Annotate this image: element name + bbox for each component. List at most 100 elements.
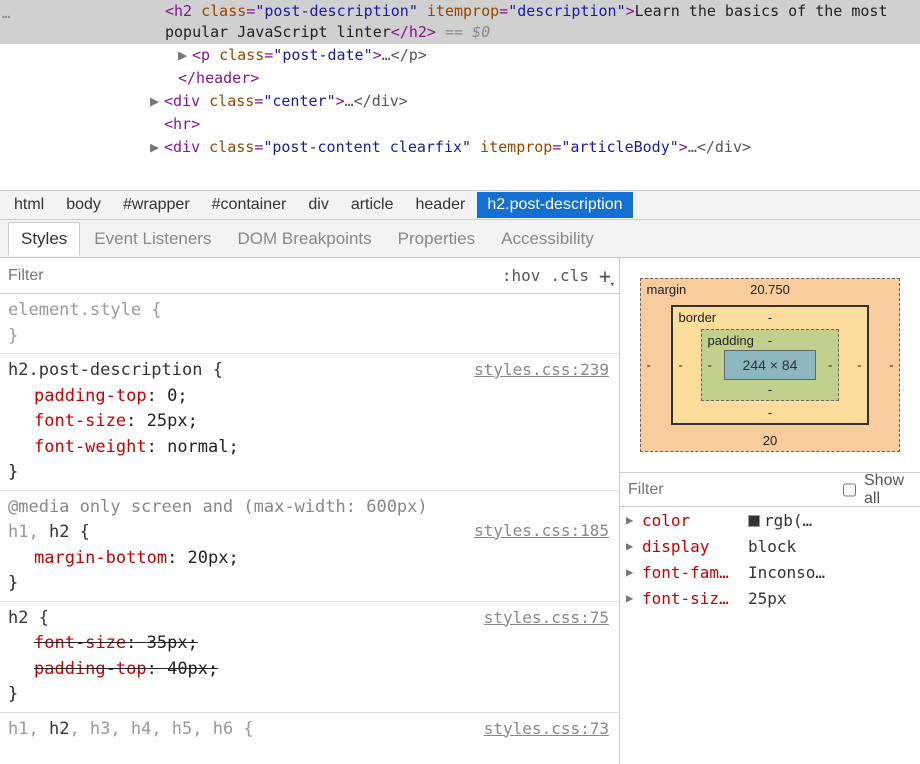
prop-val[interactable]: normal [167, 437, 228, 457]
new-rule-button[interactable]: +▾ [599, 264, 611, 288]
dom-node[interactable]: ▶<div class="center">…</div> [0, 90, 920, 113]
show-all-label: Show all [864, 472, 912, 508]
computed-pane: margin 20.750 20 - - border - - - - padd… [620, 258, 920, 764]
dom-node[interactable]: </header> [0, 67, 920, 90]
margin-top[interactable]: 20.750 [750, 282, 790, 297]
expand-icon[interactable]: ▶ [626, 565, 636, 579]
border-bottom[interactable]: - [768, 405, 772, 420]
prop-name[interactable]: padding-top [34, 659, 147, 679]
prop-name[interactable]: font-weight [34, 437, 147, 457]
tag-close: </h2> [391, 23, 436, 41]
expand-icon[interactable]: ▶ [626, 539, 636, 553]
expand-icon[interactable]: ▶ [626, 513, 636, 527]
computed-row[interactable]: ▶ color rgb(… [620, 507, 920, 533]
prop-val[interactable]: 25px [147, 411, 188, 431]
computed-row[interactable]: ▶ font-siz… 25px [620, 585, 920, 611]
attr-name: class [219, 46, 264, 64]
crumb-html[interactable]: html [4, 192, 54, 218]
border-right[interactable]: - [857, 358, 861, 373]
attr-val: post-content clearfix [272, 138, 462, 156]
crumb-container[interactable]: #container [202, 192, 297, 218]
border-top[interactable]: - [768, 310, 772, 325]
padding-right[interactable]: - [828, 358, 832, 373]
tab-event-listeners[interactable]: Event Listeners [82, 223, 223, 255]
cls-button[interactable]: .cls [550, 266, 589, 285]
margin-label: margin [647, 282, 687, 297]
tag-open: <h2 [165, 2, 192, 20]
rule-block[interactable]: styles.css:239 h2.post-description { pad… [0, 354, 619, 491]
crumb-div[interactable]: div [298, 192, 338, 218]
tag-open: <p [192, 46, 210, 64]
attr-val: post-description [264, 2, 409, 20]
expand-icon[interactable]: ▶ [626, 591, 636, 605]
padding-label: padding [708, 333, 754, 348]
margin-left[interactable]: - [647, 358, 651, 373]
dom-ellipsis: … [2, 6, 10, 22]
computed-row[interactable]: ▶ display block [620, 533, 920, 559]
sidebar-tabs: Styles Event Listeners DOM Breakpoints P… [0, 220, 920, 258]
rule-selector-dim: h1, [8, 719, 49, 739]
tab-dom-breakpoints[interactable]: DOM Breakpoints [225, 223, 383, 255]
rule-selector-dim: h1, [8, 522, 49, 542]
tab-accessibility[interactable]: Accessibility [489, 223, 606, 255]
attr-name: itemprop [427, 2, 499, 20]
rule-block[interactable]: @media only screen and (max-width: 600px… [0, 491, 619, 602]
prop-val[interactable]: 40px [167, 659, 208, 679]
margin-bottom[interactable]: 20 [763, 433, 777, 448]
prop-val[interactable]: 20px [188, 548, 229, 568]
padding-left[interactable]: - [708, 358, 712, 373]
source-link[interactable]: styles.css:239 [474, 358, 609, 382]
dom-node[interactable]: ▶<p class="post-date">…</p> [0, 44, 920, 67]
tab-properties[interactable]: Properties [386, 223, 487, 255]
computed-list: ▶ color rgb(… ▶ display block ▶ font-fam… [620, 507, 920, 764]
padding-bottom[interactable]: - [768, 382, 772, 397]
dom-node[interactable]: ▶<div class="post-content clearfix" item… [0, 136, 920, 159]
comp-val: block [748, 537, 914, 556]
source-link[interactable]: styles.css:73 [484, 717, 609, 741]
ellipsis: …</div> [345, 92, 408, 110]
rule-block[interactable]: styles.css:75 h2 { font-size: 35px; padd… [0, 602, 619, 713]
dom-node[interactable]: <hr> [0, 113, 920, 136]
prop-val[interactable]: 35px [147, 633, 188, 653]
prop-name[interactable]: font-size [34, 411, 126, 431]
crumb-article[interactable]: article [341, 192, 404, 218]
tag-close: </header> [178, 69, 259, 87]
expand-icon[interactable]: ▶ [150, 91, 164, 112]
dom-tree[interactable]: … <h2 class="post-description" itemprop=… [0, 0, 920, 190]
border-left[interactable]: - [679, 358, 683, 373]
rule-element-style[interactable]: element.style { } [0, 294, 619, 354]
box-content[interactable]: 244 × 84 [724, 350, 817, 380]
tag: <hr> [164, 115, 200, 133]
prop-name[interactable]: padding-top [34, 386, 147, 406]
crumb-selected[interactable]: h2.post-description [477, 192, 632, 218]
show-all-checkbox[interactable] [843, 483, 856, 497]
prop-name[interactable]: font-size [34, 633, 126, 653]
box-model[interactable]: margin 20.750 20 - - border - - - - padd… [620, 258, 920, 473]
tab-styles[interactable]: Styles [8, 222, 80, 256]
prop-name[interactable]: margin-bottom [34, 548, 167, 568]
expand-icon[interactable]: ▶ [178, 45, 192, 66]
crumb-header[interactable]: header [406, 192, 476, 218]
dollar-marker: == $0 [445, 23, 490, 41]
rule-selector: h2 { [49, 522, 90, 542]
expand-icon[interactable]: ▶ [150, 137, 164, 158]
color-swatch[interactable] [748, 515, 760, 527]
rule-block[interactable]: styles.css:73 h1, h2, h3, h4, h5, h6 { [0, 713, 619, 747]
tag-open: <div [164, 92, 200, 110]
hov-button[interactable]: :hov [502, 266, 541, 285]
crumb-wrapper[interactable]: #wrapper [113, 192, 200, 218]
styles-filter-input[interactable] [8, 267, 492, 285]
source-link[interactable]: styles.css:185 [474, 519, 609, 543]
attr-name: class [209, 138, 254, 156]
crumb-body[interactable]: body [56, 192, 111, 218]
rule-selector: h2 { [8, 608, 49, 628]
media-query: @media only screen and (max-width: 600px… [8, 495, 611, 521]
dom-selected-element[interactable]: <h2 class="post-description" itemprop="d… [0, 0, 920, 44]
prop-val[interactable]: 0 [167, 386, 177, 406]
comp-name: display [642, 537, 742, 556]
computed-filter-input[interactable] [628, 481, 835, 499]
source-link[interactable]: styles.css:75 [484, 606, 609, 630]
padding-top[interactable]: - [768, 333, 772, 348]
computed-row[interactable]: ▶ font-fam… Inconso… [620, 559, 920, 585]
margin-right[interactable]: - [889, 358, 893, 373]
